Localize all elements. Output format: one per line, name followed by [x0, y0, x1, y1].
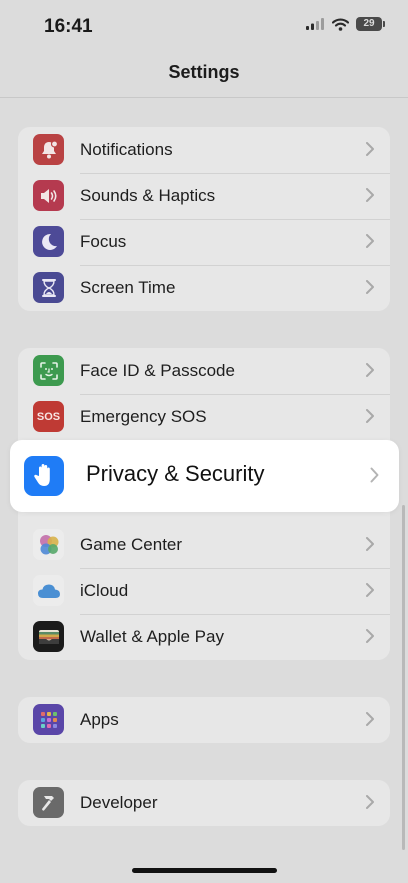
- settings-row-developer[interactable]: Developer: [18, 780, 390, 826]
- settings-group-5: Developer: [18, 780, 390, 826]
- settings-row-wallet[interactable]: Wallet & Apple Pay: [18, 614, 390, 660]
- sos-icon: SOS: [33, 401, 64, 432]
- chevron-right-icon: [366, 409, 374, 423]
- settings-row-face-id[interactable]: Face ID & Passcode: [18, 348, 390, 394]
- face-id-icon: [33, 355, 64, 386]
- chevron-right-icon: [366, 583, 374, 597]
- settings-row-label: Emergency SOS: [80, 407, 207, 426]
- status-time: 16:41: [44, 16, 93, 37]
- status-bar: 16:41 29: [0, 0, 408, 54]
- home-indicator[interactable]: [132, 868, 277, 873]
- settings-row-apps[interactable]: Apps: [18, 697, 390, 743]
- settings-row-emergency-sos[interactable]: SOS Emergency SOS: [18, 394, 390, 440]
- settings-row-label: Game Center: [80, 535, 183, 554]
- settings-row-label: Developer: [80, 793, 158, 812]
- hammer-icon: [33, 787, 64, 818]
- settings-row-sounds[interactable]: Sounds & Haptics: [18, 173, 390, 219]
- settings-row-label: Notifications: [80, 140, 173, 159]
- game-center-icon: [33, 529, 64, 560]
- settings-row-game-center[interactable]: Game Center: [18, 522, 390, 568]
- hand-icon: [24, 456, 64, 496]
- chevron-right-icon: [370, 467, 379, 483]
- battery-icon: 29: [356, 17, 385, 31]
- settings-group-1: Notifications Sounds & Haptics Focus Scr…: [18, 127, 390, 311]
- speaker-icon: [33, 180, 64, 211]
- settings-row-label: Privacy & Security: [86, 461, 265, 486]
- scrollbar[interactable]: [402, 505, 405, 850]
- moon-icon: [33, 226, 64, 257]
- chevron-right-icon: [366, 795, 374, 809]
- wifi-icon: [332, 17, 349, 31]
- settings-row-notifications[interactable]: Notifications: [18, 127, 390, 173]
- chevron-right-icon: [366, 142, 374, 156]
- chevron-right-icon: [366, 629, 374, 643]
- chevron-right-icon: [366, 712, 374, 726]
- settings-row-label: iCloud: [80, 581, 129, 600]
- settings-row-label: Focus: [80, 232, 127, 251]
- chevron-right-icon: [366, 188, 374, 202]
- status-icons: 29: [306, 17, 385, 31]
- settings-group-4: Apps: [18, 697, 390, 743]
- nav-divider: [0, 97, 408, 98]
- wallet-icon: [33, 621, 64, 652]
- settings-row-label: Apps: [80, 710, 119, 729]
- page-title: Settings: [168, 62, 240, 82]
- chevron-right-icon: [366, 280, 374, 294]
- settings-row-screen-time[interactable]: Screen Time: [18, 265, 390, 311]
- settings-row-focus[interactable]: Focus: [18, 219, 390, 265]
- settings-row-privacy-security[interactable]: Privacy & Security: [10, 440, 399, 512]
- chevron-right-icon: [366, 363, 374, 377]
- settings-row-icloud[interactable]: iCloud: [18, 568, 390, 614]
- bell-badge-icon: [33, 134, 64, 165]
- cellular-signal-icon: [306, 18, 324, 30]
- apps-grid-icon: [33, 704, 64, 735]
- chevron-right-icon: [366, 234, 374, 248]
- settings-row-label: Wallet & Apple Pay: [80, 627, 224, 646]
- settings-row-label: Screen Time: [80, 278, 176, 297]
- settings-row-label: Sounds & Haptics: [80, 186, 216, 205]
- hourglass-icon: [33, 272, 64, 303]
- settings-row-label: Face ID & Passcode: [80, 361, 235, 380]
- chevron-right-icon: [366, 537, 374, 551]
- cloud-icon: [33, 575, 64, 606]
